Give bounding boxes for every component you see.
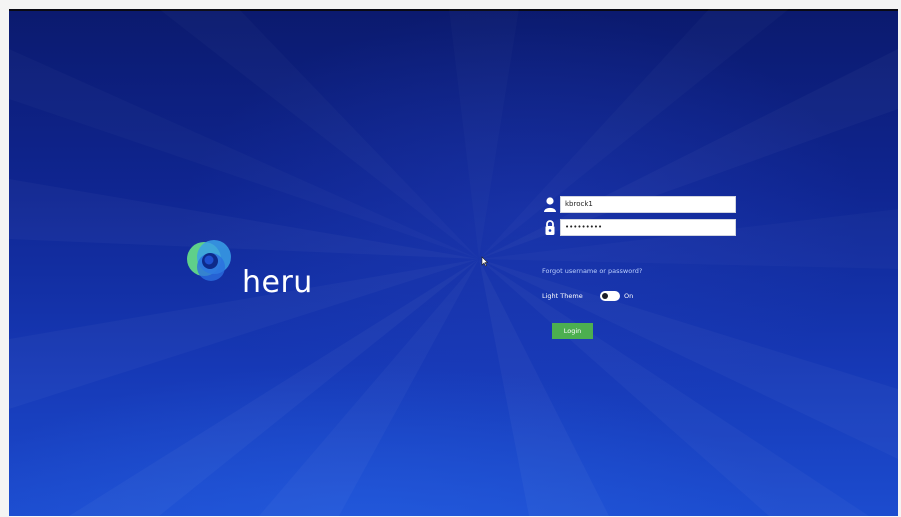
heru-logo: heru bbox=[184, 235, 334, 315]
password-row bbox=[542, 219, 737, 236]
light-theme-toggle[interactable] bbox=[600, 291, 620, 301]
logo-text: heru bbox=[242, 265, 313, 300]
theme-toggle-row: Light Theme On bbox=[542, 291, 662, 303]
window-frame: heru Forgot username or password? bbox=[0, 0, 901, 517]
heru-logo-icon bbox=[187, 240, 231, 281]
login-button[interactable]: Login bbox=[552, 323, 593, 339]
mouse-cursor-icon bbox=[481, 256, 489, 267]
background-rays bbox=[9, 9, 898, 516]
username-input[interactable] bbox=[560, 196, 736, 213]
login-form: Forgot username or password? Light Theme… bbox=[542, 196, 742, 356]
toggle-knob bbox=[602, 293, 608, 299]
username-row bbox=[542, 196, 737, 213]
forgot-password-link[interactable]: Forgot username or password? bbox=[542, 267, 642, 275]
lock-icon bbox=[545, 220, 555, 235]
theme-label: Light Theme bbox=[542, 292, 583, 300]
user-icon bbox=[544, 197, 556, 212]
theme-state: On bbox=[624, 292, 634, 300]
login-screen: heru Forgot username or password? bbox=[9, 9, 898, 516]
password-input[interactable] bbox=[560, 219, 736, 236]
